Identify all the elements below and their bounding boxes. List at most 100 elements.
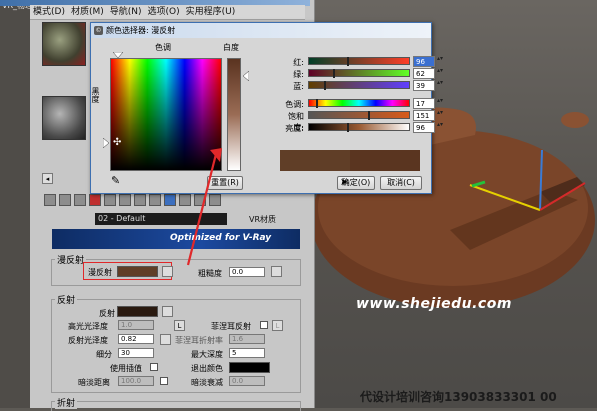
exit-color-label: 退出颜色 xyxy=(191,364,223,373)
watermark: www.shejiedu.com xyxy=(356,296,512,312)
viewport-left-strip xyxy=(0,0,30,408)
color-slider-label: 绿: xyxy=(293,70,304,79)
color-slider-track[interactable] xyxy=(308,111,410,120)
color-slider-track[interactable] xyxy=(308,57,410,66)
reflection-group-title: 反射 xyxy=(55,293,78,306)
diffuse-color-swatch[interactable] xyxy=(117,266,158,277)
put-to-scene-icon[interactable] xyxy=(59,194,71,206)
spinner-arrows-icon[interactable]: ▴▾ xyxy=(437,98,443,109)
spinner-arrows-icon[interactable]: ▴▾ xyxy=(437,80,443,91)
fresnel-ior-label: 菲涅耳折射率 xyxy=(175,336,223,345)
dim-falloff-spinner[interactable]: 0.0 xyxy=(229,376,265,386)
color-slider-track[interactable] xyxy=(308,123,410,132)
cancel-button[interactable]: 取消(C) xyxy=(380,176,422,190)
spinner-arrows-icon[interactable]: ▴▾ xyxy=(437,56,443,67)
copy-material-icon[interactable] xyxy=(104,194,116,206)
menu-navigation[interactable]: 导航(N) xyxy=(110,5,142,19)
reflect-label: 反射 xyxy=(99,309,115,318)
refraction-group xyxy=(51,401,301,411)
assign-material-icon[interactable] xyxy=(74,194,86,206)
max-depth-spinner[interactable]: 5 xyxy=(229,348,265,358)
color-slider-value[interactable]: 62 xyxy=(413,68,435,79)
diffuse-map-button[interactable] xyxy=(162,266,173,277)
highlight-gloss-spinner[interactable]: 1.0 xyxy=(118,320,154,330)
effects-channel-icon[interactable] xyxy=(149,194,161,206)
show-map-icon[interactable] xyxy=(164,194,176,206)
reflect-color-swatch[interactable] xyxy=(117,306,158,317)
menu-mode[interactable]: 模式(D) xyxy=(33,5,65,19)
color-slider-knob[interactable] xyxy=(324,81,326,90)
use-interp-checkbox[interactable] xyxy=(150,363,158,371)
dim-falloff-label: 暗淡衰减 xyxy=(191,378,223,387)
color-slider-knob[interactable] xyxy=(368,111,370,120)
whiteness-header: 白度 xyxy=(223,43,239,52)
subdivs-spinner[interactable]: 30 xyxy=(118,348,154,358)
vray-banner: Optimized for V-Ray xyxy=(52,229,300,249)
color-slider-value[interactable]: 151 xyxy=(413,110,435,121)
menu-utilities[interactable]: 实用程序(U) xyxy=(186,5,236,19)
color-slider-knob[interactable] xyxy=(333,69,335,78)
spinner-arrows-icon[interactable]: ▴▾ xyxy=(437,110,443,121)
exit-color-swatch[interactable] xyxy=(229,362,270,373)
refraction-group-title: 折射 xyxy=(55,396,78,409)
fresnel-lock-button[interactable]: L xyxy=(272,320,283,331)
hue-header: 色调 xyxy=(155,43,171,52)
blackness-label: 黑度 xyxy=(91,87,100,103)
spinner-arrows-icon[interactable]: ▴▾ xyxy=(437,122,443,133)
spectrum-crosshair-icon: ✣ xyxy=(113,137,122,148)
refl-gloss-label: 反射光泽度 xyxy=(68,336,108,345)
menu-options[interactable]: 选项(O) xyxy=(148,5,180,19)
original-color-preview[interactable] xyxy=(350,150,420,171)
dialog-title: 颜色选择器: 漫反射 xyxy=(106,26,176,35)
sample-slot-1[interactable] xyxy=(42,22,86,66)
max-depth-label: 最大深度 xyxy=(191,350,223,359)
menu-material[interactable]: 材质(M) xyxy=(71,5,104,19)
color-slider-value[interactable]: 39 xyxy=(413,80,435,91)
highlight-gloss-label: 高光光泽度 xyxy=(68,322,108,331)
color-slider-track[interactable] xyxy=(308,99,410,108)
mouse-cursor-icon: ➤ xyxy=(340,177,349,188)
material-type-button[interactable]: VR材质 xyxy=(249,214,276,225)
color-slider-label: 色调: xyxy=(285,100,304,109)
diffuse-group-title: 漫反射 xyxy=(55,253,87,266)
dialog-app-icon: © xyxy=(94,26,103,35)
blackness-marker-icon[interactable] xyxy=(103,138,109,148)
library-icon[interactable] xyxy=(134,194,146,206)
color-slider-knob[interactable] xyxy=(347,123,349,132)
color-selector-dialog: © 颜色选择器: 漫反射 色调 白度 黑度 ✣ ✎ 重置(R) 红: 96 ▴▾ 绿:… xyxy=(90,22,443,194)
color-slider-value[interactable]: 17 xyxy=(413,98,435,109)
color-slider-track[interactable] xyxy=(308,69,410,78)
fresnel-ior-spinner[interactable]: 1.6 xyxy=(229,334,265,344)
color-slider-knob[interactable] xyxy=(347,57,349,66)
roughness-spinner[interactable]: 0.0 xyxy=(229,267,265,277)
pan-spout xyxy=(561,112,589,128)
color-slider-label: 蓝: xyxy=(293,82,304,91)
color-slider-knob[interactable] xyxy=(316,99,318,108)
dim-distance-spinner[interactable]: 100.0 xyxy=(118,376,154,386)
fresnel-checkbox[interactable] xyxy=(260,321,268,329)
unique-icon[interactable] xyxy=(119,194,131,206)
refl-gloss-map-button[interactable] xyxy=(160,334,171,345)
color-slider-value[interactable]: 96 xyxy=(413,56,435,67)
whiteness-marker-icon[interactable] xyxy=(243,71,249,81)
dialog-eyedropper-icon[interactable]: ✎ xyxy=(111,174,120,187)
roughness-map-button[interactable] xyxy=(271,266,282,277)
color-slider-value[interactable]: 96 xyxy=(413,122,435,133)
fresnel-label: 菲涅耳反射 xyxy=(211,322,251,331)
menu-bar: 模式(D) 材质(M) 导航(N) 选项(O) 实用程序(U) xyxy=(30,5,305,20)
reflect-map-button[interactable] xyxy=(162,306,173,317)
footer-caption: 代设计培训咨询13903833301 00 xyxy=(360,390,557,404)
spinner-arrows-icon[interactable]: ▴▾ xyxy=(437,68,443,79)
use-interp-label: 使用插值 xyxy=(110,364,142,373)
get-material-icon[interactable] xyxy=(44,194,56,206)
scroll-left-button[interactable]: ◂ xyxy=(42,173,53,184)
color-slider-track[interactable] xyxy=(308,81,410,90)
whiteness-bar[interactable] xyxy=(227,58,241,171)
sample-slot-2[interactable] xyxy=(42,96,86,140)
reset-map-icon[interactable] xyxy=(89,194,101,206)
highlight-lock-button[interactable]: L xyxy=(174,320,185,331)
dialog-titlebar[interactable]: © 颜色选择器: 漫反射 xyxy=(91,23,431,38)
refl-gloss-spinner[interactable]: 0.82 xyxy=(118,334,154,344)
dim-distance-checkbox[interactable] xyxy=(160,377,168,385)
annotation-arrow xyxy=(186,148,222,266)
